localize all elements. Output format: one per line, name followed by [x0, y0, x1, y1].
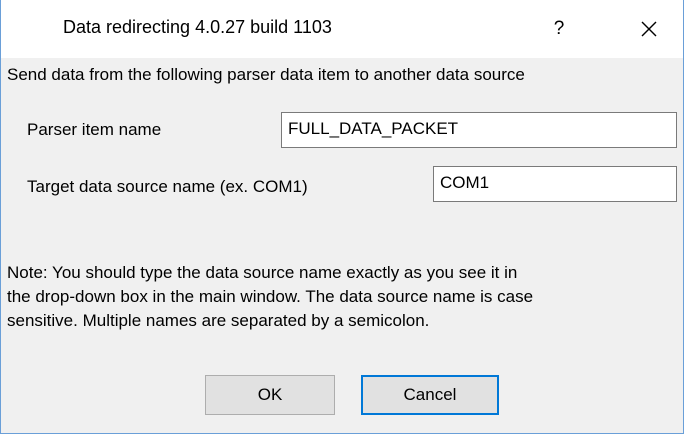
help-icon: ? [553, 18, 565, 39]
close-button[interactable] [619, 0, 679, 58]
help-button[interactable]: ? [529, 0, 589, 58]
close-icon [641, 21, 657, 37]
window-title: Data redirecting 4.0.27 build 1103 [63, 17, 332, 37]
note-line: Note: You should type the data source na… [7, 263, 518, 282]
target-source-label: Target data source name (ex. COM1) [27, 177, 308, 196]
note-line: the drop-down box in the main window. Th… [7, 287, 534, 306]
ok-button[interactable]: OK [205, 375, 335, 415]
target-source-input[interactable]: COM1 [433, 166, 677, 202]
parser-item-label: Parser item name [27, 120, 162, 139]
title-bar: Data redirecting 4.0.27 build 1103 ? [1, 0, 683, 58]
dialog-description: Send data from the following parser data… [7, 65, 525, 84]
note-text: Note: You should type the data source na… [7, 261, 677, 333]
note-line: sensitive. Multiple names are separated … [7, 311, 430, 330]
parser-item-input[interactable]: FULL_DATA_PACKET [281, 112, 677, 148]
cancel-button[interactable]: Cancel [361, 375, 499, 415]
data-redirecting-dialog: Data redirecting 4.0.27 build 1103 ? Sen… [0, 0, 684, 434]
